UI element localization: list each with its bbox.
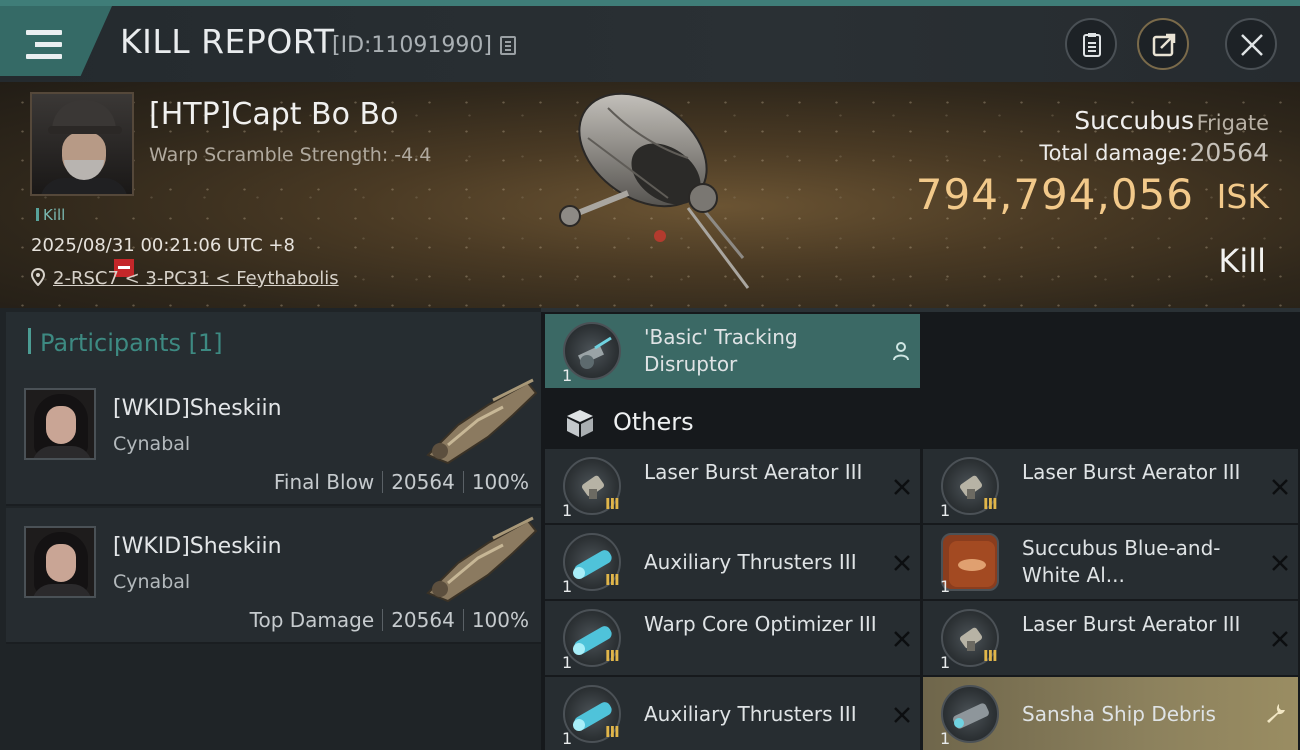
menu-icon [26,30,62,60]
destroyed-x-icon [1272,555,1288,571]
participant-row[interactable]: [WKID]Sheskiin Cynabal Final Blow 20564 10… [6,370,541,506]
isk-unit: ISK [1216,177,1269,216]
item-quantity: 1 [940,577,951,596]
item-name: Sansha Ship Debris [1022,702,1216,726]
header-accent-line [0,0,1300,6]
item-laser-burst-aerator[interactable]: III 1 Laser Burst Aerator III [923,449,1298,523]
menu-button[interactable] [0,6,112,76]
participant-stats: Top Damage 20564 100% [250,608,529,632]
item-name: 'Basic' Tracking Disruptor [644,325,798,376]
report-id: [ID:11091990] [332,33,492,58]
participant-damage: 20564 [391,470,455,494]
cargo-box-icon [567,410,593,437]
others-section-header: Others [545,394,920,450]
tech-tier-badge: III [605,723,620,741]
victim-banner: [HTP]Capt Bo Bo Warp Scramble Strength: … [0,82,1300,308]
share-button[interactable] [1137,18,1189,70]
tech-tier-badge: III [605,495,620,513]
item-name: Laser Burst Aerator III [1022,460,1241,484]
item-name: Warp Core Optimizer III [644,612,877,636]
clipboard-icon [1083,33,1101,57]
victim-ship-class: Frigate [1196,111,1269,135]
item-name: Auxiliary Thrusters III [644,702,857,726]
participants-panel: Participants [1] [WKID]Sheskiin Cynabal … [0,308,541,750]
item-quantity: 1 [562,729,573,748]
clipboard-button[interactable] [1065,18,1117,70]
item-quantity: 1 [940,653,951,672]
destroyed-x-icon [894,479,910,495]
participant-ship: Cynabal [113,433,191,455]
participant-stats: Final Blow 20564 100% [274,470,529,494]
participant-portrait[interactable] [24,388,96,460]
participant-name: [WKID]Sheskiin [113,396,282,421]
item-name: Auxiliary Thrusters III [644,550,857,574]
item-quantity: 1 [562,577,573,596]
item-succubus-skin[interactable]: 1 Succubus Blue-and-White Al... [923,525,1298,599]
kill-result-label: Kill [1218,242,1266,280]
participants-header: Participants [1] [6,312,541,370]
item-warp-core-optimizer[interactable]: III 1 Warp Core Optimizer III [545,601,920,675]
item-tracking-disruptor[interactable]: 1 'Basic' Tracking Disruptor [545,314,920,388]
total-damage-value: 20564 [1189,138,1269,167]
participant-percent: 100% [471,470,529,494]
item-quantity: 1 [940,729,951,748]
items-panel: 1 'Basic' Tracking Disruptor Others III … [541,308,1300,750]
tech-tier-badge: III [983,647,998,665]
tech-tier-badge: III [605,647,620,665]
tech-tier-badge: III [983,495,998,513]
wrench-icon[interactable] [1264,701,1288,725]
kill-timestamp: 2025/08/31 00:21:06 UTC +8 [31,235,295,256]
item-quantity: 1 [562,501,573,520]
participant-role: Top Damage [249,608,375,632]
person-icon[interactable] [891,341,911,361]
participant-name: [WKID]Sheskiin [113,534,282,559]
participant-ship-image [426,516,538,603]
participant-ship: Cynabal [113,571,191,593]
participant-row[interactable]: [WKID]Sheskiin Cynabal Top Damage 20564 10… [6,508,541,644]
destroyed-x-icon [894,631,910,647]
item-laser-burst-aerator[interactable]: III 1 Laser Burst Aerator III [923,601,1298,675]
isk-value: 794,794,056 [915,170,1194,219]
location-pin-icon [31,268,45,286]
share-icon [1152,33,1176,57]
page-title: KILL REPORT [120,22,335,61]
participant-percent: 100% [471,608,529,632]
item-quantity: 1 [562,366,573,385]
item-auxiliary-thrusters[interactable]: III 1 Auxiliary Thrusters III [545,525,920,599]
destroyed-x-icon [1272,631,1288,647]
victim-ship-image[interactable] [548,88,768,298]
close-icon [1241,34,1263,56]
participants-title: Participants [1] [40,329,223,357]
close-button[interactable] [1225,18,1277,70]
kill-location-link[interactable]: 2-RSC7 < 3-PC31 < Feythabolis [53,268,339,289]
total-damage-label: Total damage: [1039,141,1188,165]
victim-ship-name[interactable]: Succubus [1074,106,1194,135]
item-quantity: 1 [562,653,573,672]
destroyed-x-icon [894,707,910,723]
item-name: Laser Burst Aerator III [644,460,863,484]
destroyed-x-icon [894,555,910,571]
item-auxiliary-thrusters[interactable]: III 1 Auxiliary Thrusters III [545,677,920,750]
tech-tier-badge: III [605,571,620,589]
item-sansha-ship-debris[interactable]: 1 Sansha Ship Debris [923,677,1298,750]
kill-tag: Kill [36,206,65,224]
copy-id-icon[interactable] [500,36,516,55]
item-quantity: 1 [940,501,951,520]
participant-ship-image [426,378,538,465]
participant-role: Final Blow [273,470,375,494]
item-laser-burst-aerator[interactable]: III 1 Laser Burst Aerator III [545,449,920,523]
others-title: Others [613,408,694,436]
victim-name[interactable]: [HTP]Capt Bo Bo [149,97,398,132]
participant-damage: 20564 [391,608,455,632]
participants-count: [1] [188,329,223,357]
item-name: Succubus Blue-and-White Al... [1022,536,1221,587]
header-bar: KILL REPORT [ID:11091990] [0,0,1300,82]
warp-scramble-strength: Warp Scramble Strength: -4.4 [149,144,432,166]
destroyed-x-icon [1272,479,1288,495]
item-name: Laser Burst Aerator III [1022,612,1241,636]
victim-portrait[interactable] [30,92,134,196]
participant-portrait[interactable] [24,526,96,598]
